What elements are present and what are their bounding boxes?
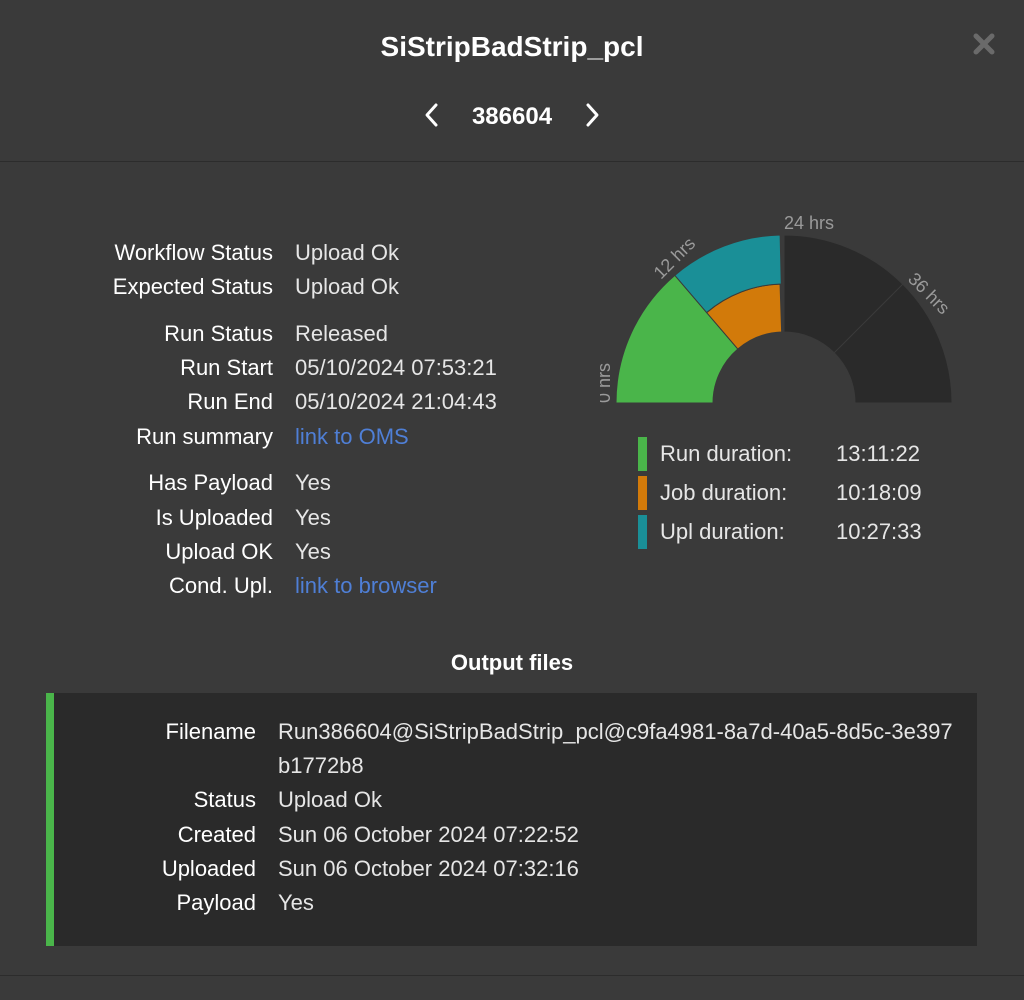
modal-footer-divider [0,975,1024,976]
file-label: Filename [165,719,256,744]
info-label: Workflow Status [114,240,273,265]
modal-title: SiStripBadStrip_pcl [380,31,644,62]
info-label: Cond. Upl. [169,572,273,598]
output-files-title: Output files [450,650,574,675]
legend-label: Upl duration: [660,519,785,544]
info-row: Run Status Released [0,317,540,351]
legend-item: Upl duration: 10:27:33 [638,515,922,549]
workflow-modal: SiStripBadStrip_pcl 386604 Workflow Stat… [0,0,1024,1000]
file-value: Sun 06 October 2024 07:32:16 [278,855,579,881]
run-number: 386604 [471,102,553,130]
info-label: Upload OK [165,538,273,564]
prev-run-button[interactable] [421,102,443,128]
file-label: Uploaded [161,855,256,881]
info-label: Run Start [180,355,273,381]
chart-tick-label: 24 hrs [784,213,834,233]
legend-swatch [638,437,647,471]
info-label: Run Status [164,320,273,346]
info-value: Upload Ok [295,274,399,300]
close-icon [973,33,995,55]
file-row: Created Sun 06 October 2024 07:22:52 [54,818,977,852]
chevron-left-icon [425,103,438,127]
modal-header: SiStripBadStrip_pcl 386604 [0,0,1024,162]
info-row: Has Payload Yes [0,466,540,500]
file-value: Run386604@SiStripBadStrip_pcl@c9fa4981-8… [278,719,953,779]
legend-value: 10:27:33 [836,519,922,544]
legend-swatch [638,476,647,510]
info-value: 05/10/2024 21:04:43 [295,389,497,415]
close-button[interactable] [972,32,996,56]
info-row: Upload OK Yes [0,535,540,569]
file-row: Status Upload Ok [54,783,977,817]
oms-link[interactable]: link to OMS [273,420,409,454]
info-label: Is Uploaded [155,504,273,530]
file-row: Uploaded Sun 06 October 2024 07:32:16 [54,852,977,886]
info-row: Is Uploaded Yes [0,501,540,535]
info-row: Run Start 05/10/2024 07:53:21 [0,351,540,385]
info-label: Expected Status [112,274,273,300]
file-label: Created [177,821,256,847]
file-label: Payload [176,890,256,916]
info-label: Has Payload [148,470,273,496]
output-file-card: Filename Run386604@SiStripBadStrip_pcl@c… [46,693,977,946]
run-navigator: 386604 [0,100,1024,130]
info-row: Workflow Status Upload Ok [0,236,540,270]
info-row: Cond. Upl. link to browser [0,569,540,603]
info-value: Yes [295,504,331,530]
chevron-right-icon [586,103,599,127]
browser-link[interactable]: link to browser [273,569,437,603]
file-label: Status [193,787,256,813]
chart-tick-label: 0 hrs [600,363,614,403]
info-value: Upload Ok [295,240,399,265]
workflow-info: Workflow Status Upload Ok Expected Statu… [0,236,540,603]
legend-label: Run duration: [660,441,793,466]
legend-label: Job duration: [660,480,788,505]
info-value: Released [295,320,388,346]
file-value: Yes [278,890,314,916]
info-value: 05/10/2024 07:53:21 [295,355,497,381]
info-label: Run summary [136,423,273,449]
duration-legend: Run duration: 13:11:22 Job duration: 10:… [638,437,922,554]
info-row: Run End 05/10/2024 21:04:43 [0,385,540,419]
legend-value: 10:18:09 [836,480,922,505]
file-row: Payload Yes [54,886,977,920]
info-row: Run summary link to OMS [0,420,540,454]
info-value: Yes [295,470,331,496]
legend-item: Job duration: 10:18:09 [638,476,922,510]
file-row: Filename Run386604@SiStripBadStrip_pcl@c… [54,715,977,783]
info-label: Run End [187,389,273,415]
legend-value: 13:11:22 [836,441,921,466]
info-value: Yes [295,538,331,564]
next-run-button[interactable] [581,102,603,128]
duration-radial-chart: 0 hrs12 hrs24 hrs36 hrs [600,213,954,404]
file-value: Sun 06 October 2024 07:22:52 [278,821,579,847]
legend-swatch [638,515,647,549]
info-row: Expected Status Upload Ok [0,270,540,304]
legend-item: Run duration: 13:11:22 [638,437,922,471]
file-value: Upload Ok [278,787,382,813]
